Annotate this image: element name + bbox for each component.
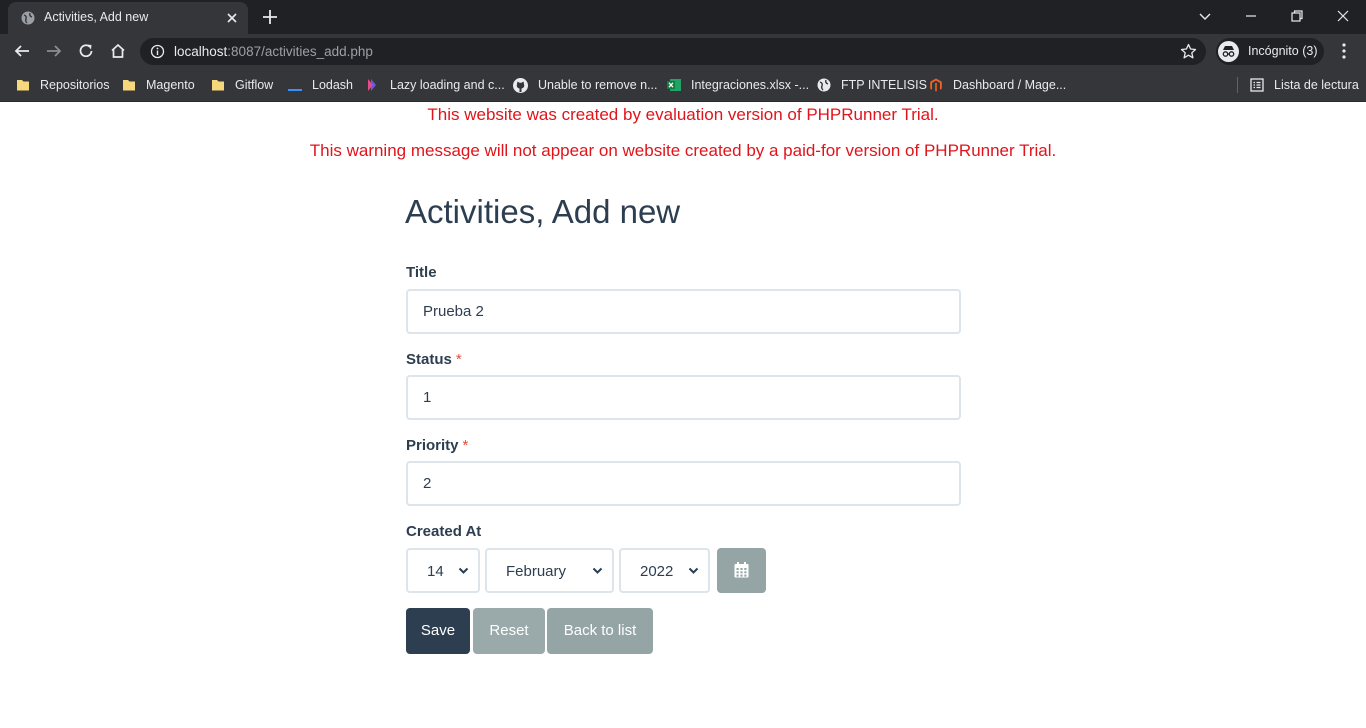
bookmark-label: Dashboard / Mage... <box>953 78 1067 92</box>
window-close-icon[interactable] <box>1333 6 1353 26</box>
bookmark-lazy-loading[interactable]: Lazy loading and c... <box>366 76 505 94</box>
bookmark-label: Magento <box>146 78 195 92</box>
back-arrow-icon[interactable] <box>13 42 31 60</box>
bookmarks-separator <box>1237 77 1238 93</box>
url-text[interactable]: localhost:8087/activities_add.php <box>174 44 373 59</box>
calendar-button[interactable] <box>717 548 766 593</box>
save-button[interactable]: Save <box>406 608 470 654</box>
title-label-text: Title <box>406 264 437 281</box>
month-value: February <box>506 563 567 580</box>
priority-label-text: Priority <box>406 437 459 454</box>
forward-arrow-icon[interactable] <box>45 42 63 60</box>
evaluation-warning-detail: This warning message will not appear on … <box>309 141 1057 160</box>
address-bar[interactable]: localhost:8087/activities_add.php <box>140 38 1206 65</box>
page-icon <box>368 79 376 91</box>
bookmark-label: Gitflow <box>235 78 274 92</box>
bookmark-ftp[interactable]: FTP INTELISIS <box>817 76 927 94</box>
bookmark-label: Lodash <box>312 78 354 92</box>
page-title: Activities, Add new <box>405 193 681 230</box>
bookmark-label: Lazy loading and c... <box>390 78 505 92</box>
status-label: Status * <box>406 351 462 368</box>
browser-toolbar: localhost:8087/activities_add.php Incógn… <box>0 34 1366 68</box>
bookmark-label: Repositorios <box>40 78 110 92</box>
incognito-icon <box>1218 41 1239 62</box>
priority-label: Priority * <box>406 437 468 454</box>
bookmark-label: FTP INTELISIS <box>841 78 927 92</box>
bookmark-github[interactable]: Unable to remove n... <box>513 76 658 94</box>
star-icon[interactable] <box>1180 43 1197 60</box>
excel-icon <box>667 79 681 91</box>
bookmark-repositorios[interactable]: Repositorios <box>16 76 109 94</box>
url-host: localhost <box>174 44 228 59</box>
title-input[interactable] <box>406 289 961 334</box>
incognito-badge[interactable]: Incógnito (3) <box>1216 38 1324 65</box>
required-marker: * <box>455 351 462 368</box>
reset-button[interactable]: Reset <box>473 608 545 654</box>
incognito-label: Incógnito (3) <box>1248 44 1318 58</box>
bookmark-magento[interactable]: Magento <box>122 76 195 94</box>
restore-icon[interactable] <box>1287 6 1307 26</box>
year-select[interactable]: 2022 <box>619 548 710 593</box>
kebab-menu-icon[interactable] <box>1336 42 1352 60</box>
bookmark-gitflow[interactable]: Gitflow <box>211 76 273 94</box>
month-select[interactable]: February <box>485 548 614 593</box>
year-value: 2022 <box>640 563 674 580</box>
chevron-down-icon <box>688 567 699 574</box>
priority-input[interactable] <box>406 461 961 506</box>
bookmark-dashboard[interactable]: Dashboard / Mage... <box>929 76 1066 94</box>
day-select[interactable]: 14 <box>406 548 480 593</box>
url-path: :8087/activities_add.php <box>227 44 373 59</box>
browser-tab[interactable]: Activities, Add new <box>8 2 248 34</box>
created-at-label-text: Created At <box>406 523 482 540</box>
title-label: Title <box>406 264 437 281</box>
home-icon[interactable] <box>109 42 127 60</box>
day-value: 14 <box>427 563 444 580</box>
folder-icon <box>17 80 29 91</box>
chevron-down-icon[interactable] <box>1195 6 1215 26</box>
reload-icon[interactable] <box>77 42 95 60</box>
github-icon <box>513 77 528 93</box>
chevron-down-icon <box>592 567 603 574</box>
calendar-icon <box>734 562 749 578</box>
bookmarks-bar: Repositorios Magento Gitflow Lodash Lazy… <box>0 68 1366 102</box>
magento-icon <box>930 78 942 92</box>
tab-title: Activities, Add new <box>44 10 149 24</box>
required-marker: * <box>462 437 469 454</box>
status-label-text: Status <box>406 351 452 368</box>
bookmark-integraciones[interactable]: Integraciones.xlsx -... <box>667 76 809 94</box>
browser-tabstrip: Activities, Add new <box>0 0 1366 34</box>
globe-icon <box>21 11 35 25</box>
folder-icon <box>212 80 224 91</box>
bookmark-lodash[interactable]: Lodash <box>288 76 353 94</box>
chevron-down-icon <box>458 567 469 574</box>
evaluation-warning: This website was created by evaluation v… <box>427 105 939 124</box>
reading-list-label: Lista de lectura <box>1274 78 1359 92</box>
back-to-list-button[interactable]: Back to list <box>547 608 653 654</box>
bookmark-label: Unable to remove n... <box>538 78 658 92</box>
created-at-label: Created At <box>406 523 481 540</box>
lodash-icon <box>288 89 302 91</box>
info-icon[interactable] <box>150 44 165 59</box>
reading-list-button[interactable]: Lista de lectura <box>1250 76 1359 94</box>
bookmark-label: Integraciones.xlsx -... <box>691 78 810 92</box>
minimize-icon[interactable] <box>1241 6 1261 26</box>
close-icon[interactable] <box>224 10 240 26</box>
folder-icon <box>123 80 135 91</box>
status-input[interactable] <box>406 375 961 420</box>
globe-icon <box>817 78 831 92</box>
new-tab-icon[interactable] <box>260 7 280 27</box>
reading-list-icon <box>1250 78 1264 92</box>
